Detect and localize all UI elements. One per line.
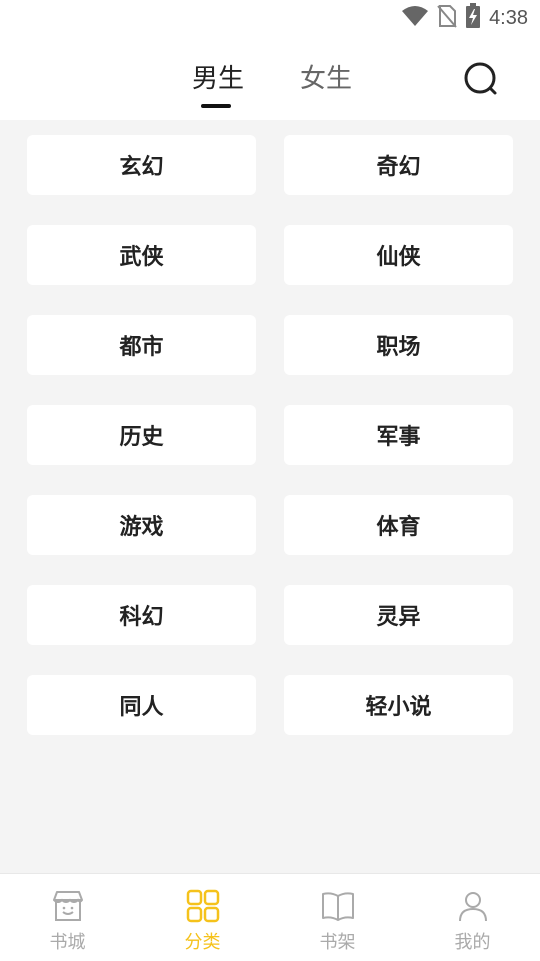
active-tab-indicator bbox=[201, 104, 231, 108]
top-header: 男生 女生 bbox=[0, 36, 540, 120]
category-junshi[interactable]: 军事 bbox=[284, 405, 513, 465]
category-xianxia[interactable]: 仙侠 bbox=[284, 225, 513, 285]
status-bar: 4:38 bbox=[0, 0, 540, 36]
nav-category[interactable]: 分类 bbox=[135, 874, 270, 961]
category-grid: 玄幻 奇幻 武侠 仙侠 都市 职场 历史 军事 游戏 体育 科幻 灵异 同人 轻… bbox=[27, 135, 513, 735]
category-qihuan[interactable]: 奇幻 bbox=[284, 135, 513, 195]
search-button[interactable] bbox=[462, 60, 502, 100]
category-tongren[interactable]: 同人 bbox=[27, 675, 256, 735]
no-sim-icon bbox=[437, 4, 457, 32]
status-time: 4:38 bbox=[489, 6, 528, 29]
status-icons: 4:38 bbox=[401, 3, 528, 33]
book-icon bbox=[321, 892, 354, 921]
category-xuanhuan[interactable]: 玄幻 bbox=[27, 135, 256, 195]
store-icon bbox=[52, 891, 83, 921]
category-lishi[interactable]: 历史 bbox=[27, 405, 256, 465]
category-qingxiaoshuo[interactable]: 轻小说 bbox=[284, 675, 513, 735]
search-icon bbox=[464, 62, 497, 95]
nav-label: 分类 bbox=[184, 932, 221, 953]
nav-bookshelf[interactable]: 书架 bbox=[270, 874, 405, 961]
nav-bookstore[interactable]: 书城 bbox=[0, 874, 135, 961]
grid-icon bbox=[186, 889, 219, 923]
category-wuxia[interactable]: 武侠 bbox=[27, 225, 256, 285]
person-icon bbox=[458, 892, 487, 922]
wifi-icon bbox=[401, 5, 429, 31]
category-lingyi[interactable]: 灵异 bbox=[284, 585, 513, 645]
bottom-nav: 书城 分类 书架 我的 bbox=[0, 873, 540, 961]
tab-female[interactable]: 女生 bbox=[300, 58, 352, 95]
tab-male[interactable]: 男生 bbox=[192, 58, 244, 95]
battery-charging-icon bbox=[465, 3, 481, 33]
category-youxi[interactable]: 游戏 bbox=[27, 495, 256, 555]
category-dushi[interactable]: 都市 bbox=[27, 315, 256, 375]
nav-label: 书城 bbox=[49, 932, 86, 953]
category-kehuan[interactable]: 科幻 bbox=[27, 585, 256, 645]
nav-profile[interactable]: 我的 bbox=[405, 874, 540, 961]
category-tiyu[interactable]: 体育 bbox=[284, 495, 513, 555]
nav-label: 书架 bbox=[319, 932, 356, 953]
nav-label: 我的 bbox=[454, 932, 491, 953]
category-zhichang[interactable]: 职场 bbox=[284, 315, 513, 375]
